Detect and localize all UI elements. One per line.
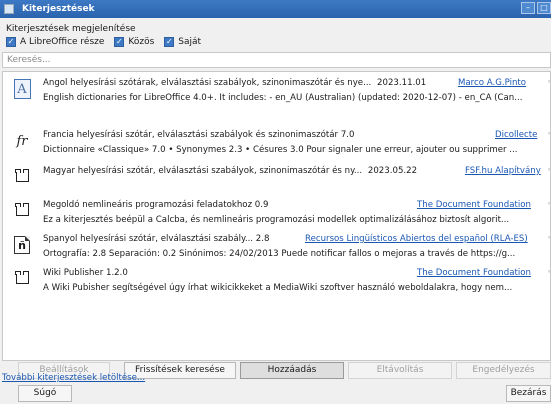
filter-bundled[interactable]: ✓ A LibreOffice része <box>6 37 104 47</box>
spanish-n-icon: ñ <box>14 236 30 254</box>
options-icon[interactable]: ◦ <box>547 130 550 138</box>
list-item[interactable]: Megoldó nemlineáris programozási feladat… <box>3 196 550 234</box>
puzzle-icon <box>15 169 29 182</box>
filter-shared-label: Közös <box>128 37 155 47</box>
app-icon <box>4 4 14 14</box>
extension-name: Megoldó nemlineáris programozási feladat… <box>43 200 269 210</box>
checkbox-checked-icon[interactable]: ✓ <box>164 37 175 47</box>
add-button[interactable]: Hozzáadás <box>240 362 344 379</box>
extension-name: Angol helyesírási szótárak, elválasztási… <box>43 78 372 88</box>
filter-user[interactable]: ✓ Saját <box>164 37 201 47</box>
publisher-link[interactable]: FSF.hu Alapítvány <box>465 166 541 176</box>
extension-description: A Wiki Pubisher segítségével úgy írhat w… <box>43 283 513 293</box>
publisher-link[interactable]: The Document Foundation <box>417 200 531 210</box>
publisher-link[interactable]: Dicollecte <box>495 130 537 140</box>
search-box[interactable] <box>2 52 551 68</box>
get-more-extensions-link[interactable]: További kiterjesztések letöltése... <box>2 373 145 383</box>
extension-version: 2023.11.01 <box>377 78 427 88</box>
extension-description: Ortografía: 2.8 Separación: 0.2 Sinónimo… <box>43 249 516 259</box>
puzzle-icon <box>15 203 29 216</box>
window-title: Kiterjesztések <box>22 4 95 14</box>
extension-description: English dictionaries for LibreOffice 4.0… <box>43 93 523 103</box>
list-item[interactable]: ñ Spanyol helyesírási szótár, elválasztá… <box>3 230 550 268</box>
list-item[interactable]: Magyar helyesírási szótár, elválasztási … <box>3 162 550 200</box>
extension-name: Magyar helyesírási szótár, elválasztási … <box>43 166 363 176</box>
extension-list[interactable]: A Angol helyesírási szótárak, elválasztá… <box>2 71 551 361</box>
filter-shared[interactable]: ✓ Közös <box>114 37 154 47</box>
list-item[interactable]: fr Francia helyesírási szótár, elválaszt… <box>3 126 550 164</box>
maximize-button[interactable]: □ <box>537 2 551 14</box>
help-button[interactable]: Súgó <box>18 385 72 402</box>
puzzle-icon <box>15 271 29 284</box>
extension-version: 2023.05.22 <box>367 166 418 176</box>
options-icon[interactable]: ◦ <box>547 200 550 208</box>
options-icon[interactable]: ◦ <box>547 268 550 276</box>
list-item[interactable]: A Angol helyesírási szótárak, elválasztá… <box>3 74 550 112</box>
list-item[interactable]: Wiki Publisher 1.2.0 The Document Founda… <box>3 264 550 302</box>
options-icon[interactable]: ◦ <box>547 234 550 242</box>
extension-description: Ez a kiterjesztés beépül a Calcba, és ne… <box>43 215 510 225</box>
window-titlebar: Kiterjesztések – □ <box>0 0 551 18</box>
close-button[interactable]: Bezárás <box>506 385 551 402</box>
extension-description: Dictionnaire «Classique» 7.0 • Synonymes… <box>43 145 518 155</box>
options-icon[interactable]: ◦ <box>547 78 550 86</box>
checkbox-checked-icon[interactable]: ✓ <box>114 37 125 47</box>
extension-name: Spanyol helyesírási szótár, elválasztási… <box>43 234 270 244</box>
filter-checkboxes: ✓ A LibreOffice része ✓ Közös ✓ Saját <box>6 37 201 47</box>
enable-button[interactable]: Engedélyezés <box>456 362 551 379</box>
extension-name: Wiki Publisher 1.2.0 <box>43 268 128 278</box>
filter-bundled-label: A LibreOffice része <box>20 37 105 47</box>
search-input[interactable] <box>7 53 550 67</box>
remove-button[interactable]: Eltávolítás <box>348 362 452 379</box>
fr-icon: fr <box>16 133 28 149</box>
dictionary-A-icon: A <box>13 79 31 99</box>
publisher-link[interactable]: Recursos Lingüísticos Abiertos del españ… <box>305 234 528 244</box>
minimize-button[interactable]: – <box>521 2 535 14</box>
dialog-footer: Súgó Bezárás <box>0 383 551 404</box>
filter-user-label: Saját <box>178 37 202 47</box>
window-controls: – □ <box>521 2 551 14</box>
publisher-link[interactable]: Marco A.G.Pinto <box>458 78 526 88</box>
publisher-link[interactable]: The Document Foundation <box>417 268 531 278</box>
checkbox-checked-icon[interactable]: ✓ <box>6 37 16 47</box>
filter-heading: Kiterjesztések megjelenítése <box>6 24 136 34</box>
extension-name: Francia helyesírási szótár, elválasztási… <box>43 130 355 140</box>
options-icon[interactable]: ◦ <box>547 166 550 174</box>
